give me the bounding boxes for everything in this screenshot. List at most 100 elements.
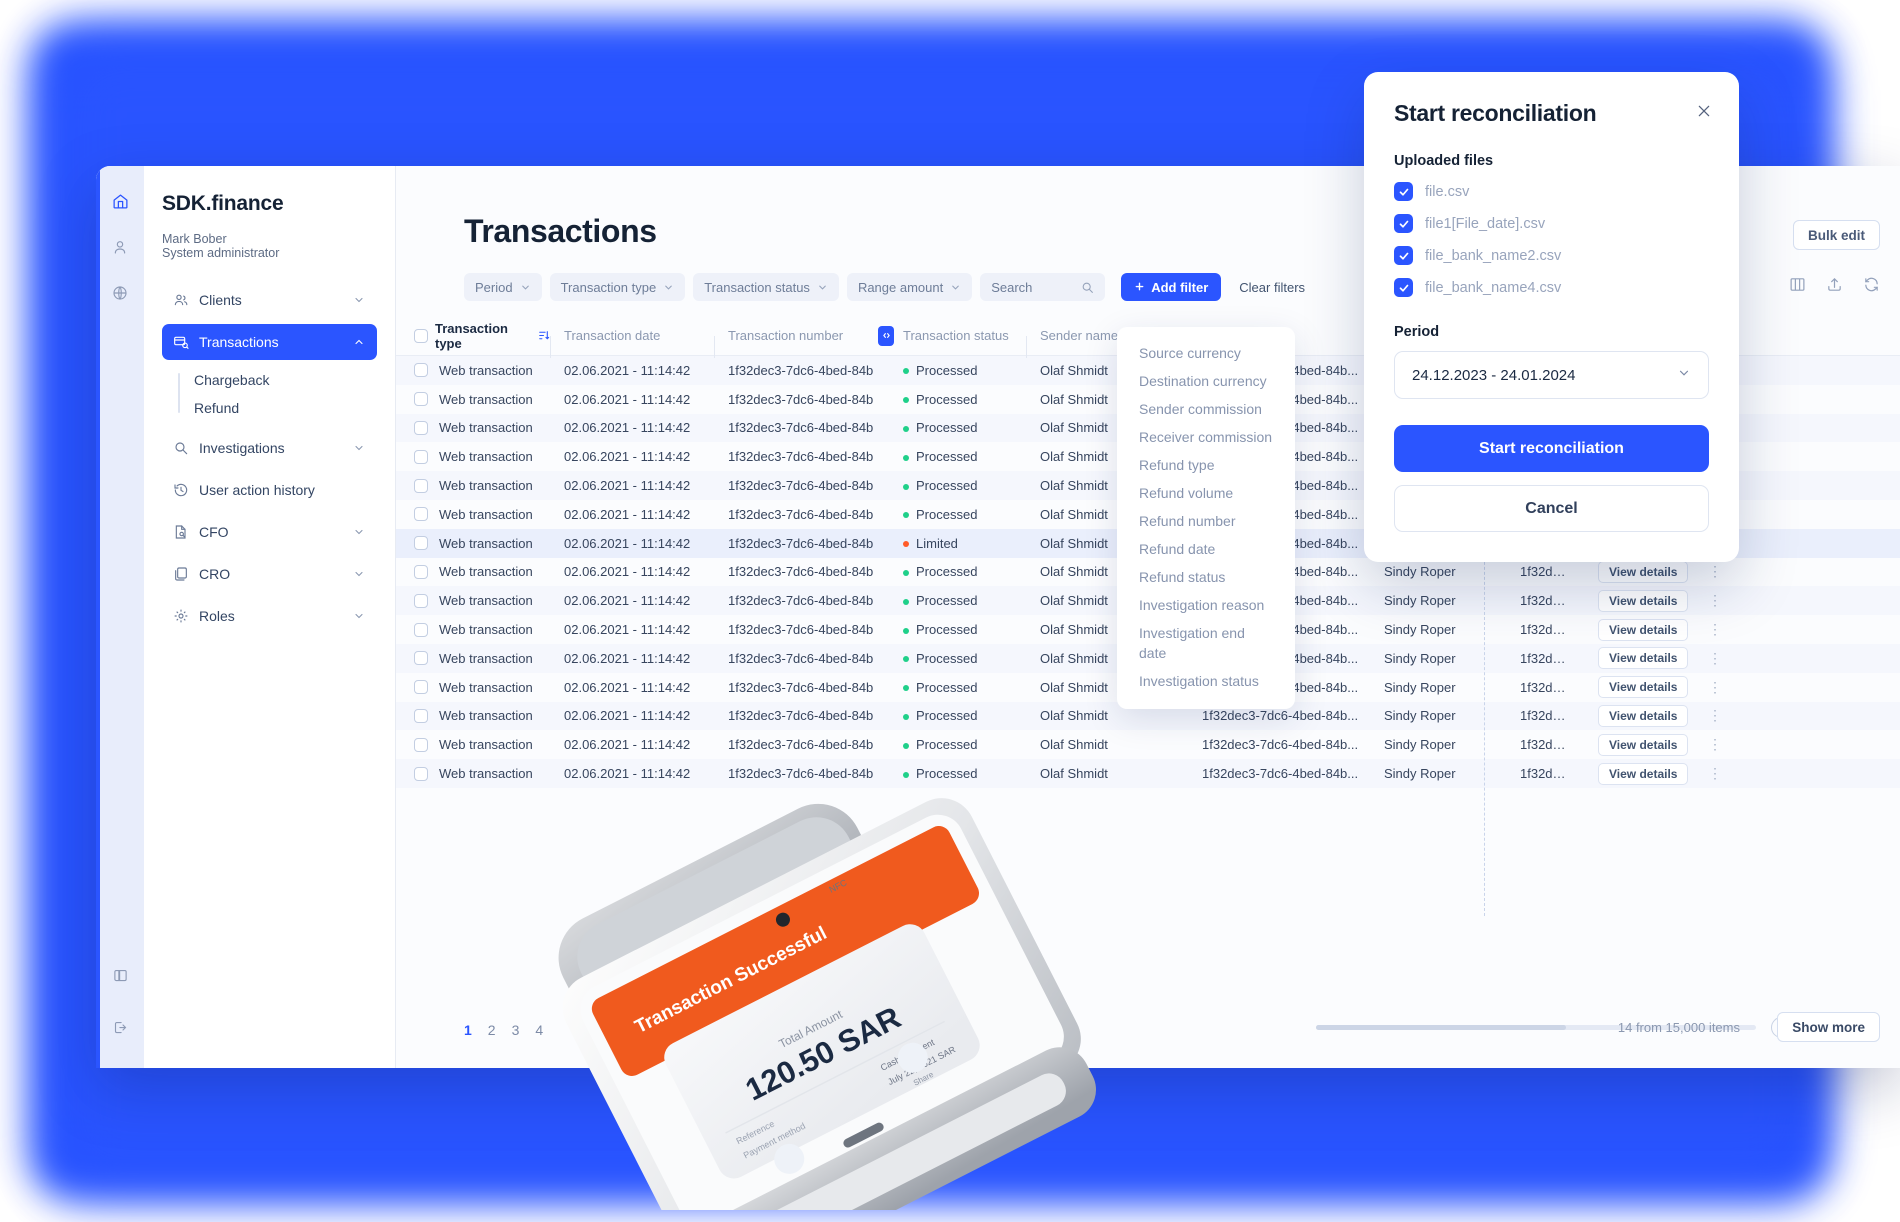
view-details-button[interactable]: View details: [1598, 762, 1689, 785]
checkbox-checked-icon[interactable]: [1394, 214, 1413, 233]
refresh-icon[interactable]: [1863, 276, 1880, 293]
row-checkbox[interactable]: [414, 363, 428, 378]
file-row[interactable]: file_bank_name2.csv: [1394, 246, 1709, 265]
sidebar-item-clients[interactable]: Clients: [162, 282, 377, 318]
export-icon[interactable]: [1826, 276, 1843, 293]
row-checkbox[interactable]: [414, 478, 428, 493]
sidebar-item-investigations[interactable]: Investigations: [162, 430, 377, 466]
row-menu-icon[interactable]: ⋮: [1708, 622, 1723, 637]
row-checkbox[interactable]: [414, 680, 428, 695]
panel-toggle-icon[interactable]: [105, 960, 135, 990]
sidebar-item-roles[interactable]: Roles: [162, 598, 377, 634]
close-icon[interactable]: [1695, 102, 1713, 120]
column-header-transaction-number[interactable]: Transaction number: [714, 328, 874, 358]
add-filter-menu-item[interactable]: Refund volume: [1117, 479, 1295, 507]
status-text: Processed: [916, 449, 978, 465]
row-menu-icon[interactable]: ⋮: [1708, 651, 1723, 666]
checkbox-checked-icon[interactable]: [1394, 182, 1413, 201]
sidebar-subitem-refund[interactable]: Refund: [194, 394, 377, 422]
row-menu-icon[interactable]: ⋮: [1708, 564, 1723, 579]
filter-chip-transaction-status[interactable]: Transaction status: [693, 273, 839, 301]
sidebar-item-cro[interactable]: CRO: [162, 556, 377, 592]
bulk-edit-button[interactable]: Bulk edit: [1792, 220, 1880, 250]
row-checkbox[interactable]: [414, 449, 428, 464]
column-header-transaction-date[interactable]: Transaction date: [550, 328, 714, 358]
file-name: file.csv: [1425, 183, 1470, 200]
row-menu-icon[interactable]: ⋮: [1708, 680, 1723, 695]
period-select[interactable]: 24.12.2023 - 24.01.2024: [1394, 351, 1709, 399]
view-details-button[interactable]: View details: [1598, 589, 1689, 612]
home-icon[interactable]: [105, 186, 135, 216]
row-checkbox[interactable]: [414, 766, 428, 781]
cancel-button[interactable]: Cancel: [1394, 485, 1709, 532]
add-filter-button[interactable]: Add filter: [1121, 273, 1222, 301]
view-details-button[interactable]: View details: [1598, 704, 1689, 727]
row-checkbox[interactable]: [414, 536, 428, 551]
sort-icon[interactable]: [537, 329, 550, 342]
add-filter-menu-item[interactable]: Refund date: [1117, 535, 1295, 563]
sidebar-item-transactions[interactable]: Transactions: [162, 324, 377, 360]
row-checkbox[interactable]: [414, 593, 428, 608]
view-details-button[interactable]: View details: [1598, 647, 1689, 670]
columns-icon[interactable]: [1789, 276, 1806, 293]
page-3[interactable]: 3: [512, 1022, 520, 1038]
scrollbar-thumb[interactable]: [1316, 1025, 1566, 1030]
view-details-button[interactable]: View details: [1598, 618, 1689, 641]
start-reconciliation-button[interactable]: Start reconciliation: [1394, 425, 1709, 472]
logout-icon[interactable]: [105, 1012, 135, 1042]
add-filter-menu-item[interactable]: Refund status: [1117, 563, 1295, 591]
row-checkbox[interactable]: [414, 507, 428, 522]
add-filter-menu-item[interactable]: Investigation end date: [1117, 619, 1295, 667]
globe-icon[interactable]: [105, 278, 135, 308]
page-1[interactable]: 1: [464, 1022, 472, 1038]
add-filter-menu-item[interactable]: Source currency: [1117, 339, 1295, 367]
row-checkbox[interactable]: [414, 651, 428, 666]
add-filter-menu-item[interactable]: Investigation reason: [1117, 591, 1295, 619]
select-all-checkbox[interactable]: [414, 328, 428, 343]
page-2[interactable]: 2: [488, 1022, 496, 1038]
transaction-type-text: Web transaction: [439, 650, 533, 666]
column-resize-handle[interactable]: [878, 325, 894, 346]
row-checkbox[interactable]: [414, 420, 428, 435]
search-input[interactable]: Search: [980, 273, 1106, 301]
filter-chip-transaction-type[interactable]: Transaction type: [549, 273, 686, 301]
sidebar-item-cfo[interactable]: CFO: [162, 514, 377, 550]
checkbox-checked-icon[interactable]: [1394, 278, 1413, 297]
view-details-button[interactable]: View details: [1598, 676, 1689, 699]
row-checkbox[interactable]: [414, 392, 428, 407]
sidebar-item-user-action-history[interactable]: User action history: [162, 472, 377, 508]
row-menu-icon[interactable]: ⋮: [1708, 766, 1723, 781]
row-menu-icon[interactable]: ⋮: [1708, 737, 1723, 752]
file-row[interactable]: file1[File_date].csv: [1394, 214, 1709, 233]
column-header-transaction-status[interactable]: Transaction status: [874, 325, 1026, 346]
sidebar-subitem-chargeback[interactable]: Chargeback: [194, 366, 377, 394]
checkbox-checked-icon[interactable]: [1394, 246, 1413, 265]
add-filter-menu-item[interactable]: Investigation status: [1117, 667, 1295, 695]
view-details-button[interactable]: View details: [1598, 560, 1689, 583]
table-row[interactable]: Web transaction 02.06.2021 - 11:14:42 1f32…: [396, 759, 1900, 788]
cell-receiver-id: 1f32d…: [1520, 593, 1566, 609]
row-checkbox[interactable]: [414, 564, 428, 579]
row-checkbox[interactable]: [414, 622, 428, 637]
add-filter-menu-item[interactable]: Refund number: [1117, 507, 1295, 535]
show-more-button[interactable]: Show more: [1777, 1012, 1880, 1042]
page-4[interactable]: 4: [535, 1022, 543, 1038]
row-menu-icon[interactable]: ⋮: [1708, 708, 1723, 723]
view-details-button[interactable]: View details: [1598, 733, 1689, 756]
add-filter-menu-item[interactable]: Refund type: [1117, 451, 1295, 479]
table-row[interactable]: Web transaction 02.06.2021 - 11:14:42 1f32…: [396, 730, 1900, 759]
add-filter-menu-item[interactable]: Destination currency: [1117, 367, 1295, 395]
filter-chip-period[interactable]: Period: [464, 273, 542, 301]
cell-transaction-type: Web transaction: [396, 392, 550, 407]
row-menu-icon[interactable]: ⋮: [1708, 593, 1723, 608]
add-filter-menu-item[interactable]: Receiver commission: [1117, 423, 1295, 451]
file-row[interactable]: file_bank_name4.csv: [1394, 278, 1709, 297]
row-checkbox[interactable]: [414, 708, 428, 723]
add-filter-menu-item[interactable]: Sender commission: [1117, 395, 1295, 423]
user-icon[interactable]: [105, 232, 135, 262]
file-row[interactable]: file.csv: [1394, 182, 1709, 201]
filter-chip-range-amount[interactable]: Range amount: [846, 273, 973, 301]
clear-filters-button[interactable]: Clear filters: [1239, 280, 1305, 295]
row-checkbox[interactable]: [414, 737, 428, 752]
column-header-transaction-type[interactable]: Transaction type: [396, 321, 550, 351]
